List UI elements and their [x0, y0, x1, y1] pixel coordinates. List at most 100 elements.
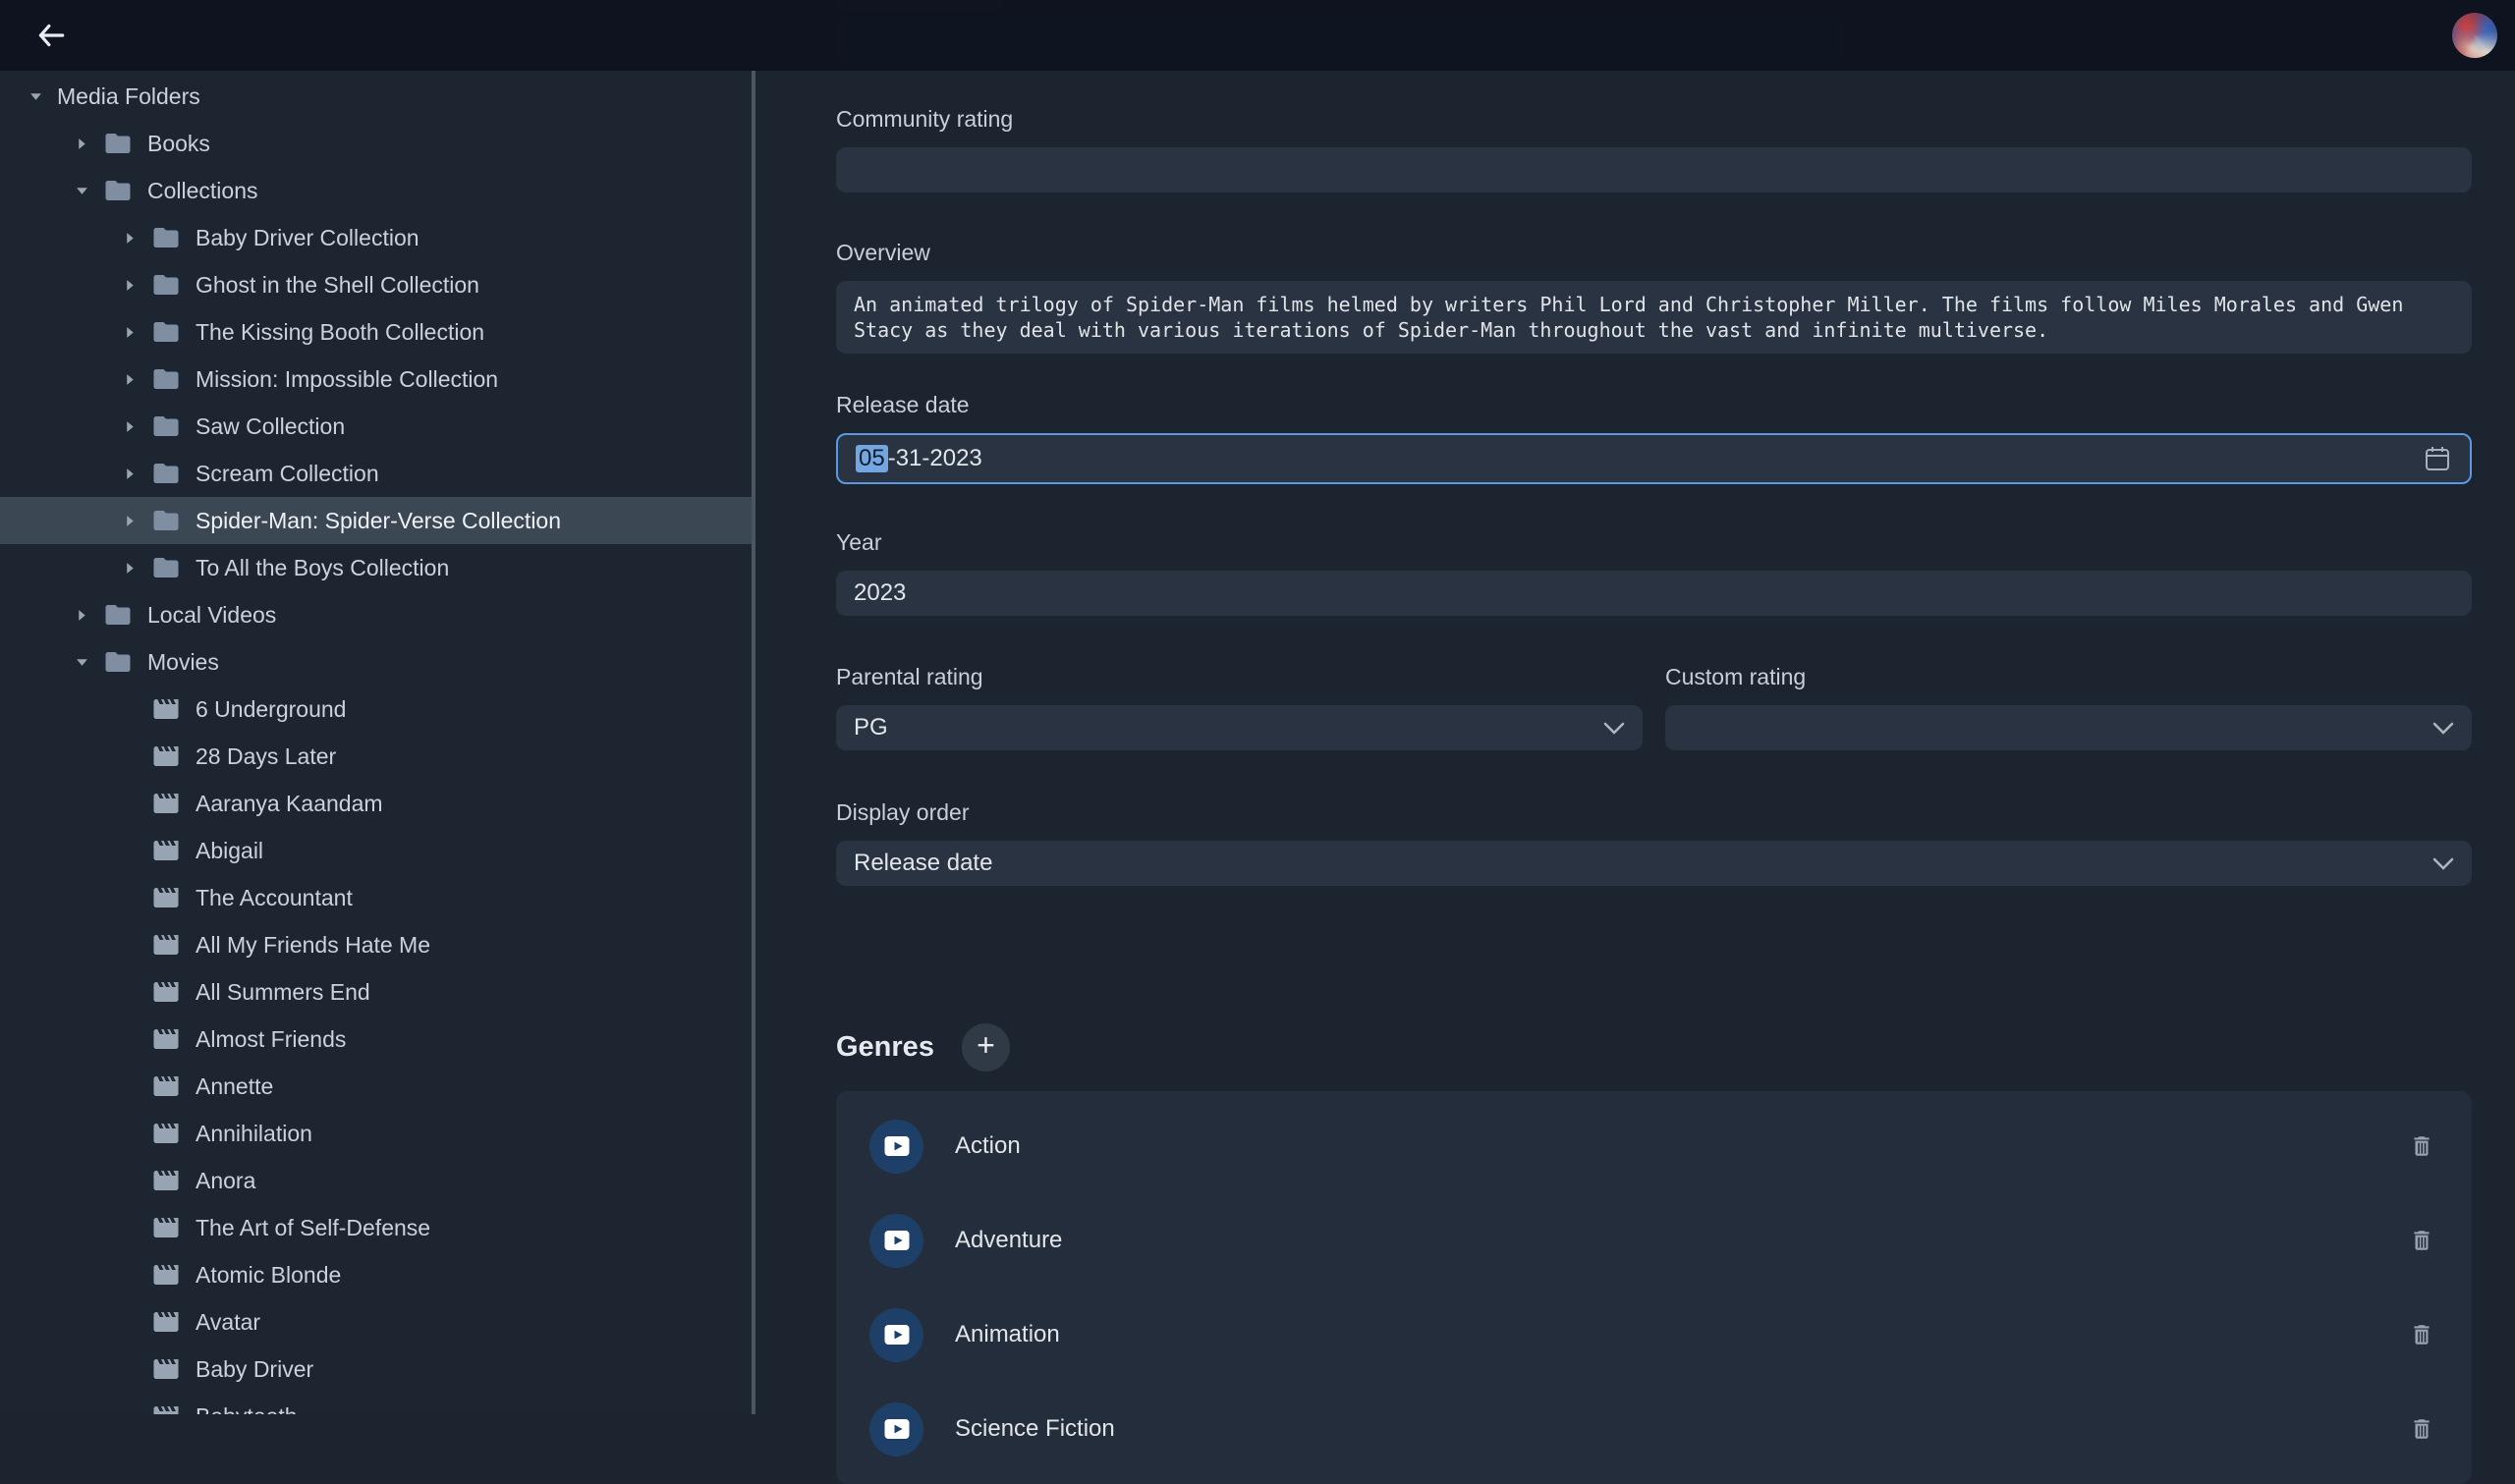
tree-label: All Summers End: [196, 979, 370, 1006]
tree-row[interactable]: To All the Boys Collection: [0, 544, 752, 591]
tree-row[interactable]: Baby Driver: [0, 1346, 752, 1393]
caret-icon[interactable]: [120, 467, 140, 480]
tree-row[interactable]: Annette: [0, 1063, 752, 1110]
caret-icon[interactable]: [120, 373, 140, 386]
parental-rating-field: Parental rating PG: [836, 664, 1643, 750]
tree-item-icon: [151, 1166, 181, 1195]
tree-label: Almost Friends: [196, 1026, 346, 1053]
tree-row[interactable]: Aaranya Kaandam: [0, 780, 752, 827]
tree-item-icon: [151, 364, 181, 394]
movie-icon: [151, 883, 181, 912]
movie-icon: [151, 1307, 181, 1337]
tree-row[interactable]: Avatar: [0, 1298, 752, 1346]
media-folder-tree: Media Folders Books: [0, 71, 752, 1414]
movie-icon: [151, 977, 181, 1007]
community-rating-input[interactable]: [836, 147, 2472, 192]
tree-label: Baby Driver: [196, 1356, 313, 1383]
movie-icon: [151, 1072, 181, 1101]
tree-row[interactable]: Scream Collection: [0, 450, 752, 497]
tree-row[interactable]: 6 Underground: [0, 686, 752, 733]
tree-row[interactable]: The Accountant: [0, 874, 752, 921]
tree-item-icon: [151, 1402, 181, 1414]
tree-label: Atomic Blonde: [196, 1262, 341, 1289]
tree-row[interactable]: Mission: Impossible Collection: [0, 356, 752, 403]
movie-icon: [151, 836, 181, 865]
date-selected-segment: 05: [856, 445, 888, 472]
tree-row[interactable]: Books: [0, 120, 752, 167]
tree-row[interactable]: Local Videos: [0, 591, 752, 638]
caret-icon[interactable]: [72, 185, 91, 197]
tree-label: Aaranya Kaandam: [196, 791, 383, 817]
tree-row[interactable]: Abigail: [0, 827, 752, 874]
chevron-down-icon: [2432, 722, 2454, 735]
custom-rating-field: Custom rating: [1665, 664, 2472, 750]
overview-textarea[interactable]: An animated trilogy of Spider-Man films …: [836, 281, 2472, 354]
tree-row[interactable]: All Summers End: [0, 968, 752, 1016]
display-order-value: Release date: [854, 850, 992, 877]
tree-row[interactable]: Babyteeth: [0, 1393, 752, 1414]
delete-genre-button[interactable]: [2409, 1131, 2434, 1161]
tree-item-icon: [103, 600, 133, 630]
tree-label: The Kissing Booth Collection: [196, 319, 484, 346]
tree-row[interactable]: Anora: [0, 1157, 752, 1204]
tree-label: Media Folders: [57, 83, 200, 110]
tree-label: Baby Driver Collection: [196, 225, 419, 251]
delete-genre-button[interactable]: [2409, 1414, 2434, 1444]
caret-icon[interactable]: [72, 137, 91, 150]
tree-row-media-folders[interactable]: Media Folders: [0, 73, 752, 120]
parental-rating-select[interactable]: PG: [836, 705, 1643, 750]
release-date-input[interactable]: 05 -31-2023: [836, 433, 2472, 484]
tree-row[interactable]: Spider-Man: Spider-Verse Collection: [0, 497, 752, 544]
caret-icon[interactable]: [120, 232, 140, 245]
movie-icon: [151, 1402, 181, 1414]
tree-label: 6 Underground: [196, 696, 346, 723]
tree-row[interactable]: Movies: [0, 638, 752, 686]
custom-rating-select[interactable]: [1665, 705, 2472, 750]
tree-row[interactable]: Saw Collection: [0, 403, 752, 450]
tree-row[interactable]: Atomic Blonde: [0, 1251, 752, 1298]
folder-icon: [103, 600, 133, 630]
tree-row[interactable]: Ghost in the Shell Collection: [0, 261, 752, 308]
trash-icon: [2409, 1131, 2434, 1161]
add-genre-button[interactable]: +: [962, 1023, 1010, 1072]
tree-row[interactable]: Almost Friends: [0, 1016, 752, 1063]
overview-label: Overview: [836, 240, 2472, 266]
caret-expanded-icon[interactable]: [26, 90, 45, 103]
tree-row[interactable]: All My Friends Hate Me: [0, 921, 752, 968]
tree-label: Abigail: [196, 838, 263, 864]
genre-row: Action: [836, 1099, 2472, 1193]
tree-item-icon: [151, 1119, 181, 1148]
genre-avatar: [869, 1214, 923, 1268]
tree-label: Spider-Man: Spider-Verse Collection: [196, 508, 561, 534]
caret-icon[interactable]: [120, 562, 140, 575]
calendar-icon[interactable]: [2423, 444, 2452, 473]
delete-genre-button[interactable]: [2409, 1320, 2434, 1349]
tree-row[interactable]: Annihilation: [0, 1110, 752, 1157]
delete-genre-button[interactable]: [2409, 1226, 2434, 1255]
release-date-field: Release date 05 -31-2023: [836, 392, 2472, 484]
genre-avatar: [869, 1308, 923, 1362]
caret-icon[interactable]: [120, 279, 140, 292]
tree-item-icon: [151, 1024, 181, 1054]
release-date-label: Release date: [836, 392, 2472, 418]
back-button[interactable]: [29, 14, 73, 57]
caret-icon[interactable]: [72, 609, 91, 622]
tree-row[interactable]: Collections: [0, 167, 752, 214]
trash-icon: [2409, 1320, 2434, 1349]
tree-row[interactable]: The Kissing Booth Collection: [0, 308, 752, 356]
caret-icon[interactable]: [120, 420, 140, 433]
display-order-label: Display order: [836, 799, 2472, 826]
tree-row[interactable]: The Art of Self-Defense: [0, 1204, 752, 1251]
tree-label: The Art of Self-Defense: [196, 1215, 430, 1241]
caret-icon[interactable]: [120, 326, 140, 339]
tree-row[interactable]: 28 Days Later: [0, 733, 752, 780]
tree-row[interactable]: Baby Driver Collection: [0, 214, 752, 261]
display-order-select[interactable]: Release date: [836, 841, 2472, 886]
folder-icon: [103, 647, 133, 677]
user-avatar[interactable]: [2452, 13, 2497, 58]
folder-icon: [151, 364, 181, 394]
caret-icon[interactable]: [72, 656, 91, 669]
tree-item-icon: [103, 129, 133, 158]
caret-icon[interactable]: [120, 515, 140, 527]
year-input[interactable]: 2023: [836, 571, 2472, 616]
